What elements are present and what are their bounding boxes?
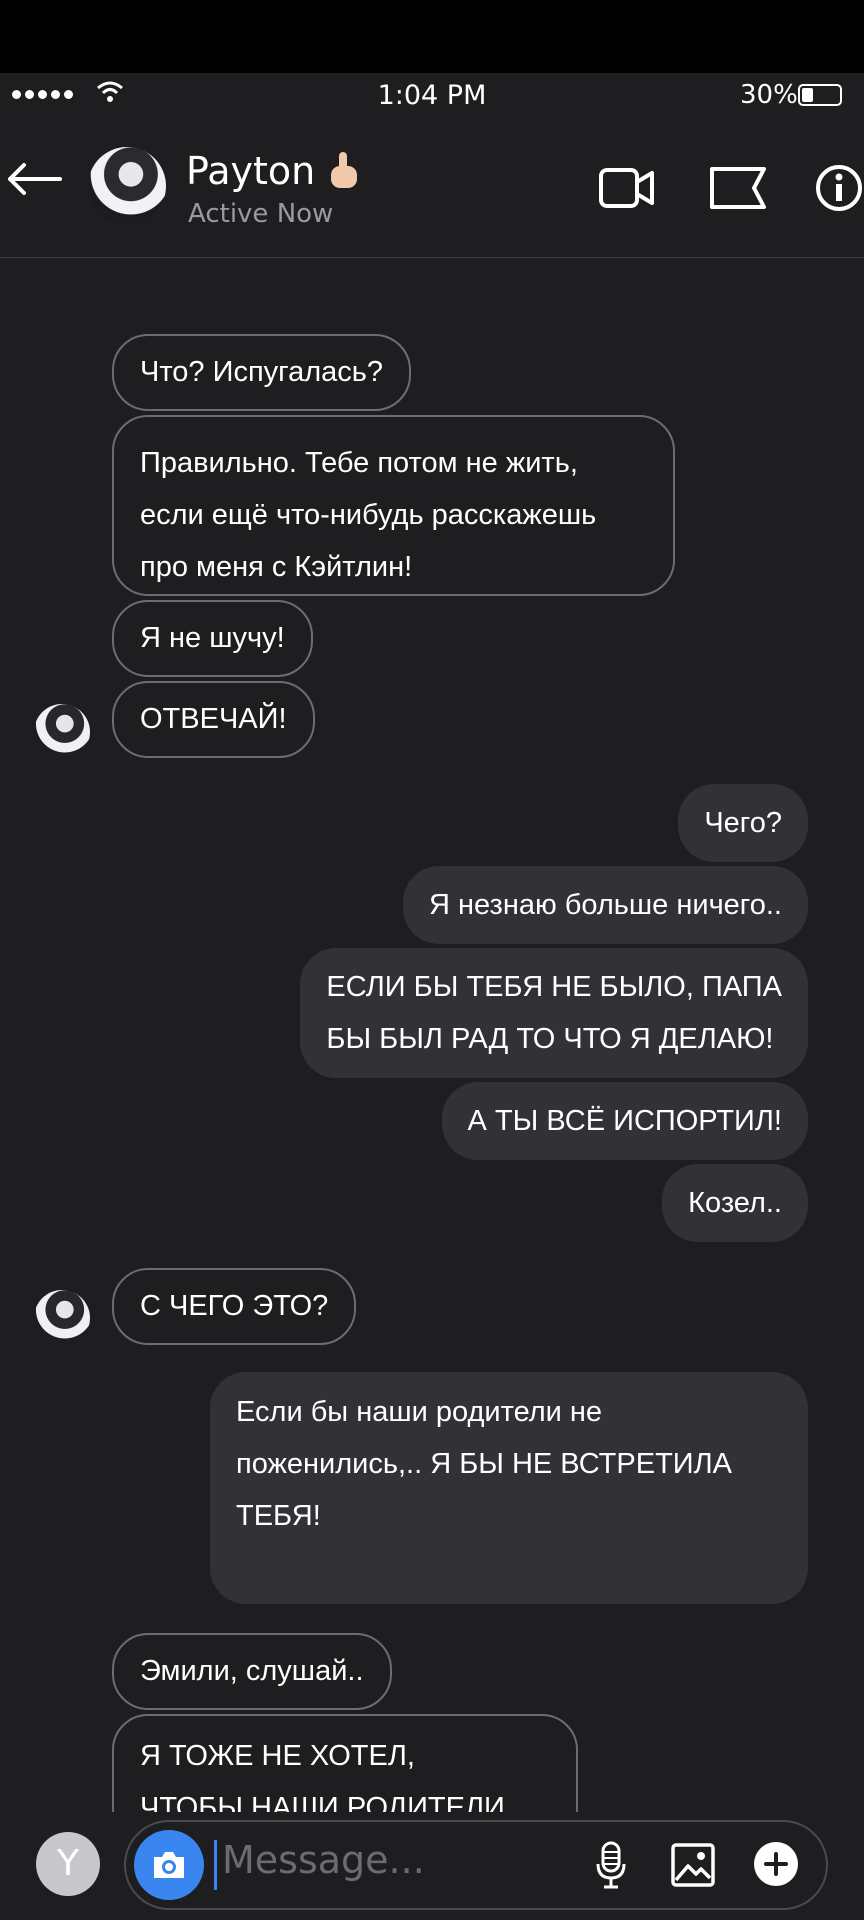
hand-gesture-icon	[331, 152, 358, 188]
message-outgoing[interactable]: Чего?	[678, 784, 808, 862]
message-outgoing[interactable]: А ТЫ ВСЁ ИСПОРТИЛ!	[441, 1082, 808, 1160]
text-caret	[214, 1840, 217, 1890]
top-bar	[0, 0, 864, 73]
message-incoming[interactable]: Что? Испугалась?	[112, 334, 412, 411]
message-incoming[interactable]: Эмили, слушай..	[112, 1633, 392, 1710]
microphone-icon[interactable]	[594, 1840, 628, 1890]
sender-avatar	[34, 704, 90, 760]
message-outgoing[interactable]: Козел..	[662, 1164, 808, 1242]
flag-icon[interactable]	[708, 165, 768, 211]
presence-status: Active Now	[188, 199, 334, 229]
battery-fill	[802, 88, 813, 102]
battery-icon	[798, 84, 842, 106]
sender-avatar	[34, 1290, 90, 1346]
message-incoming[interactable]: Правильно. Тебе потом не жить, если ещё …	[112, 415, 675, 596]
camera-icon	[154, 1852, 184, 1878]
message-text: Если бы наши родители не	[236, 1396, 603, 1428]
chat-header: Payton Active Now	[0, 121, 864, 258]
image-icon[interactable]	[670, 1842, 716, 1888]
plus-icon	[764, 1852, 788, 1876]
message-text: про меня с Кэйтлин!	[140, 551, 413, 583]
camera-button[interactable]	[134, 1830, 204, 1900]
battery-percent: 30%	[740, 80, 798, 110]
back-arrow-icon[interactable]	[4, 161, 62, 197]
message-text: Козел..	[688, 1187, 782, 1219]
message-outgoing[interactable]: Я незнаю больше ничего..	[403, 866, 808, 944]
plus-button[interactable]	[754, 1842, 798, 1886]
message-outgoing[interactable]: Если бы наши родители не поженились,.. Я…	[210, 1372, 808, 1604]
message-outgoing[interactable]: ЕСЛИ БЫ ТЕБЯ НЕ БЫЛО, ПАПА БЫ БЫЛ РАД ТО…	[300, 948, 808, 1078]
message-text: С ЧЕГО ЭТО?	[140, 1290, 329, 1322]
message-text: если ещё что-нибудь расскажешь	[140, 499, 597, 531]
message-placeholder: Message...	[222, 1838, 425, 1882]
message-incoming[interactable]: С ЧЕГО ЭТО?	[112, 1268, 357, 1345]
message-incoming[interactable]: Я не шучу!	[112, 600, 313, 677]
message-text: Что? Испугалась?	[140, 356, 384, 388]
contact-avatar[interactable]	[88, 147, 166, 225]
user-avatar[interactable]: Y	[36, 1832, 100, 1896]
contact-name[interactable]: Payton	[186, 149, 361, 193]
video-call-icon[interactable]	[598, 165, 656, 211]
status-time: 1:04 PM	[377, 80, 487, 111]
message-text: А ТЫ ВСЁ ИСПОРТИЛ!	[467, 1105, 782, 1137]
message-text: Правильно. Тебе потом не жить,	[140, 447, 578, 479]
message-text: Я незнаю больше ничего..	[429, 889, 782, 921]
message-text: БЫ БЫЛ РАД ТО ЧТО Я ДЕЛАЮ!	[326, 1023, 774, 1055]
message-text: ТЕБЯ!	[236, 1500, 321, 1532]
message-text: поженились,.. Я БЫ НЕ ВСТРЕТИЛА	[236, 1448, 733, 1480]
message-text: ЕСЛИ БЫ ТЕБЯ НЕ БЫЛО, ПАПА	[326, 971, 782, 1003]
message-text: ОТВЕЧАЙ!	[140, 703, 287, 735]
message-text: Чего?	[704, 807, 782, 839]
message-incoming[interactable]: ОТВЕЧАЙ!	[112, 681, 315, 758]
info-icon[interactable]	[814, 163, 864, 213]
contact-name-text: Payton	[186, 149, 316, 193]
message-text: Я не шучу!	[140, 622, 285, 654]
message-text: Я ТОЖЕ НЕ ХОТЕЛ,	[140, 1740, 415, 1772]
message-text: Эмили, слушай..	[140, 1655, 364, 1687]
